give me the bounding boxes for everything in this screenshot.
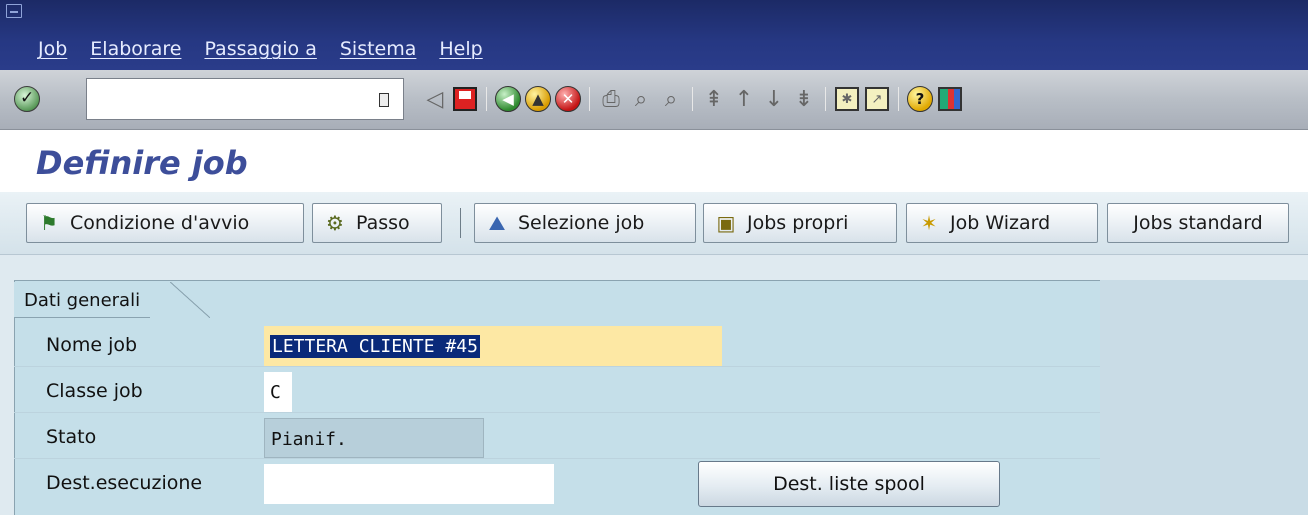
command-history-icon[interactable] — [379, 93, 389, 107]
shortcut-button[interactable]: ↗ — [862, 82, 892, 116]
job-wizard-label: Job Wizard — [950, 212, 1051, 234]
step-icon: ⚙ — [326, 211, 344, 235]
standard-jobs-button[interactable]: Jobs standard — [1107, 203, 1289, 243]
system-menu-icon[interactable] — [6, 4, 22, 18]
title-bar: Definire job — [0, 130, 1308, 192]
status-field: Pianif. — [264, 418, 484, 458]
own-jobs-label: Jobs propri — [747, 212, 849, 234]
new-session-button[interactable]: ✱ — [832, 82, 862, 116]
layout-button[interactable] — [935, 82, 965, 116]
row-divider — [14, 412, 1100, 413]
back-triangle-icon[interactable]: ◁ — [420, 82, 450, 116]
row-divider — [14, 366, 1100, 367]
standard-jobs-label: Jobs standard — [1133, 212, 1263, 234]
back-icon: ◀ — [495, 86, 521, 112]
new-session-icon: ✱ — [835, 87, 859, 111]
layout-icon — [938, 87, 962, 111]
step-button[interactable]: ⚙ Passo — [312, 203, 442, 243]
app-toolbar-separator — [460, 208, 461, 238]
find-next-icon: ⌕ — [664, 86, 678, 112]
tab-general-data[interactable]: Dati generali — [14, 282, 151, 318]
start-condition-label: Condizione d'avvio — [70, 212, 250, 234]
own-jobs-button[interactable]: ▣ Jobs propri — [703, 203, 897, 243]
standard-toolbar: ◁ ◀ ▲ ✕ ⎙ ⌕ ⌕ ⇞ ↑ ↓ ⇟ ✱ ↗ ? — [0, 70, 1308, 130]
exit-button[interactable]: ▲ — [523, 82, 553, 116]
last-page-icon: ⇟ — [794, 86, 814, 112]
cancel-button[interactable]: ✕ — [553, 82, 583, 116]
job-select-icon: ⛰ — [488, 211, 506, 235]
job-wizard-button[interactable]: ✶ Job Wizard — [906, 203, 1098, 243]
main-menu: Job Elaborare Passaggio a Sistema Help — [38, 38, 506, 60]
shortcut-icon: ↗ — [865, 87, 889, 111]
toolbar-separator — [898, 87, 899, 111]
help-icon: ? — [907, 86, 933, 112]
right-panel — [1100, 280, 1308, 515]
back-button[interactable]: ◀ — [493, 82, 523, 116]
wizard-icon: ✶ — [920, 211, 938, 235]
command-field[interactable] — [86, 78, 404, 120]
exit-icon: ▲ — [525, 86, 551, 112]
page-title: Definire job — [36, 144, 248, 182]
job-name-field[interactable]: LETTERA CLIENTE #45 — [264, 326, 722, 366]
menu-item-passaggio-a[interactable]: Passaggio a — [204, 38, 316, 60]
step-label: Passo — [356, 212, 410, 234]
menu-item-help[interactable]: Help — [439, 38, 482, 60]
job-select-label: Selezione job — [518, 212, 645, 234]
menu-bar: Job Elaborare Passaggio a Sistema Help — [0, 0, 1308, 70]
save-button[interactable] — [450, 82, 480, 116]
first-page-icon: ⇞ — [704, 86, 724, 112]
toolbar-separator — [589, 87, 590, 111]
toolbar-separator — [825, 87, 826, 111]
next-page-icon: ↓ — [764, 86, 784, 112]
tab-slant — [170, 282, 210, 318]
job-class-field[interactable]: C — [264, 372, 292, 412]
status-label: Stato — [46, 426, 97, 448]
ok-check-icon[interactable] — [14, 86, 40, 112]
toolbar-icons: ◁ ◀ ▲ ✕ ⎙ ⌕ ⌕ ⇞ ↑ ↓ ⇟ ✱ ↗ ? — [420, 82, 965, 116]
spool-list-dest-button[interactable]: Dest. liste spool — [698, 461, 1000, 507]
help-button[interactable]: ? — [905, 82, 935, 116]
menu-item-job[interactable]: Job — [38, 38, 67, 60]
exec-target-field[interactable] — [264, 464, 554, 504]
application-toolbar: ⚑ Condizione d'avvio ⚙ Passo ⛰ Selezione… — [0, 192, 1308, 255]
flag-icon: ⚑ — [40, 211, 58, 235]
own-jobs-icon: ▣ — [716, 211, 736, 235]
prev-page-icon: ↑ — [734, 86, 754, 112]
menu-item-elaborare[interactable]: Elaborare — [90, 38, 181, 60]
row-divider — [14, 458, 1100, 459]
print-icon: ⎙ — [602, 86, 620, 112]
job-class-label: Classe job — [46, 380, 143, 402]
find-icon: ⌕ — [634, 86, 648, 112]
menu-item-sistema[interactable]: Sistema — [340, 38, 417, 60]
job-select-button[interactable]: ⛰ Selezione job — [474, 203, 696, 243]
job-name-label: Nome job — [46, 334, 138, 356]
toolbar-separator — [692, 87, 693, 111]
cancel-icon: ✕ — [555, 86, 581, 112]
job-name-value: LETTERA CLIENTE #45 — [270, 335, 480, 358]
start-condition-button[interactable]: ⚑ Condizione d'avvio — [26, 203, 304, 243]
exec-target-label: Dest.esecuzione — [46, 472, 203, 494]
toolbar-separator — [486, 87, 487, 111]
save-icon — [453, 87, 477, 111]
